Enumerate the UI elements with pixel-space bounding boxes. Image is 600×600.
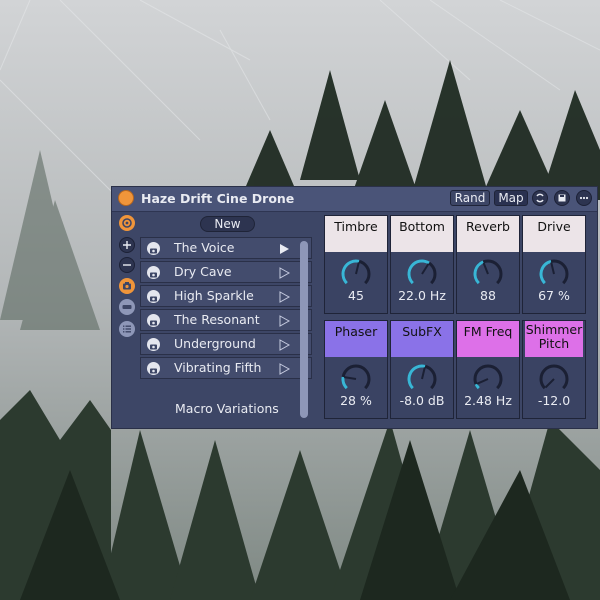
save-icon[interactable] (554, 190, 570, 206)
variation-item-the-voice[interactable]: The Voice (140, 237, 312, 259)
knob-needle (355, 262, 360, 275)
knob-dial[interactable] (403, 362, 441, 392)
knob-needle (482, 262, 489, 275)
knob-needle (343, 376, 357, 380)
camera-icon[interactable] (147, 242, 160, 255)
variation-item-the-resonant[interactable]: The Resonant (140, 309, 312, 331)
variation-item-vibrating-fifth[interactable]: Vibrating Fifth (140, 357, 312, 379)
variation-label: Underground (174, 336, 256, 351)
knob-value-arc (407, 259, 430, 285)
macro-value: 22.0 Hz (398, 288, 446, 303)
variation-item-underground[interactable]: Underground (140, 333, 312, 355)
macro-knob-reverb[interactable]: Reverb 88 (456, 215, 520, 314)
knob-needle (421, 263, 430, 275)
new-variation-button[interactable]: New (200, 216, 255, 232)
macro-knob-fm-freq[interactable]: FM Freq 2.48 Hz (456, 320, 520, 419)
add-macro-icon[interactable] (119, 237, 135, 253)
device-title: Haze Drift Cine Drone (141, 191, 295, 206)
play-icon[interactable] (278, 291, 290, 303)
macro-name: SubFX (391, 321, 453, 357)
macro-knob-timbre[interactable]: Timbre 45 (324, 215, 388, 314)
randomize-icon[interactable] (119, 299, 135, 315)
macro-value: 88 (480, 288, 496, 303)
macro-value: 67 % (538, 288, 570, 303)
variation-label: Dry Cave (174, 264, 232, 279)
macro-name: Drive (523, 216, 585, 252)
macro-variations-label: Macro Variations (175, 401, 279, 416)
macro-name: FM Freq (457, 321, 519, 357)
macro-knob-shimmer-pitch[interactable]: Shimmer Pitch -12.0 (522, 320, 586, 419)
macro-knob-bottom[interactable]: Bottom 22.0 Hz (390, 215, 454, 314)
device-power-button[interactable] (118, 190, 134, 206)
knob-dial[interactable] (469, 257, 507, 287)
variation-label: Vibrating Fifth (174, 360, 262, 375)
variation-item-high-sparkle[interactable]: High Sparkle (140, 285, 312, 307)
macro-name: Timbre (325, 216, 387, 252)
play-icon[interactable] (278, 315, 290, 327)
camera-icon[interactable] (147, 266, 160, 279)
macro-knob-phaser[interactable]: Phaser 28 % (324, 320, 388, 419)
play-icon[interactable] (278, 339, 290, 351)
play-icon[interactable] (278, 243, 290, 255)
knob-track (539, 364, 569, 390)
macro-knob-subfx[interactable]: SubFX -8.0 dB (390, 320, 454, 419)
camera-icon[interactable] (147, 314, 160, 327)
more-options-icon[interactable] (576, 190, 592, 206)
variations-camera-icon[interactable] (119, 278, 135, 294)
mapping-list-icon[interactable] (119, 321, 135, 337)
map-button[interactable]: Map (494, 190, 528, 206)
knob-dial[interactable] (535, 257, 573, 287)
knob-needle (544, 378, 555, 389)
knob-value-arc (473, 260, 484, 285)
rand-button[interactable]: Rand (450, 190, 490, 206)
macro-value: -12.0 (537, 393, 571, 408)
camera-icon[interactable] (147, 362, 160, 375)
knob-needle (550, 262, 555, 275)
knob-dial[interactable] (469, 362, 507, 392)
macro-name: Phaser (325, 321, 387, 357)
rack-device: Haze Drift Cine Drone Rand Map New The V… (111, 186, 598, 429)
knob-dial[interactable] (337, 362, 375, 392)
knob-dial[interactable] (535, 362, 573, 392)
variation-scrollbar[interactable] (300, 241, 308, 418)
knob-needle (421, 367, 426, 380)
knob-track (473, 364, 503, 390)
macro-name: Shimmer Pitch (525, 321, 583, 357)
remove-macro-icon[interactable] (119, 257, 135, 273)
knob-value-arc (341, 376, 348, 390)
knob-needle (476, 378, 489, 385)
knob-value-arc (539, 259, 552, 285)
macro-value: 2.48 Hz (464, 393, 512, 408)
macro-value: -8.0 dB (399, 393, 445, 408)
knob-dial[interactable] (403, 257, 441, 287)
device-titlebar: Haze Drift Cine Drone Rand Map (112, 187, 597, 212)
camera-icon[interactable] (147, 338, 160, 351)
camera-icon[interactable] (147, 290, 160, 303)
macro-value: 45 (348, 288, 364, 303)
variation-label: High Sparkle (174, 288, 254, 303)
macro-toggle-icon[interactable] (119, 215, 135, 231)
play-icon[interactable] (278, 363, 290, 375)
knob-dial[interactable] (337, 257, 375, 287)
macro-name: Reverb (457, 216, 519, 252)
refresh-icon[interactable] (532, 190, 548, 206)
variation-label: The Resonant (174, 312, 260, 327)
macro-name: Bottom (391, 216, 453, 252)
variation-label: The Voice (174, 240, 235, 255)
play-icon[interactable] (278, 267, 290, 279)
macro-knob-drive[interactable]: Drive 67 % (522, 215, 586, 314)
variation-item-dry-cave[interactable]: Dry Cave (140, 261, 312, 283)
macro-value: 28 % (340, 393, 372, 408)
knob-value-arc (474, 383, 480, 390)
